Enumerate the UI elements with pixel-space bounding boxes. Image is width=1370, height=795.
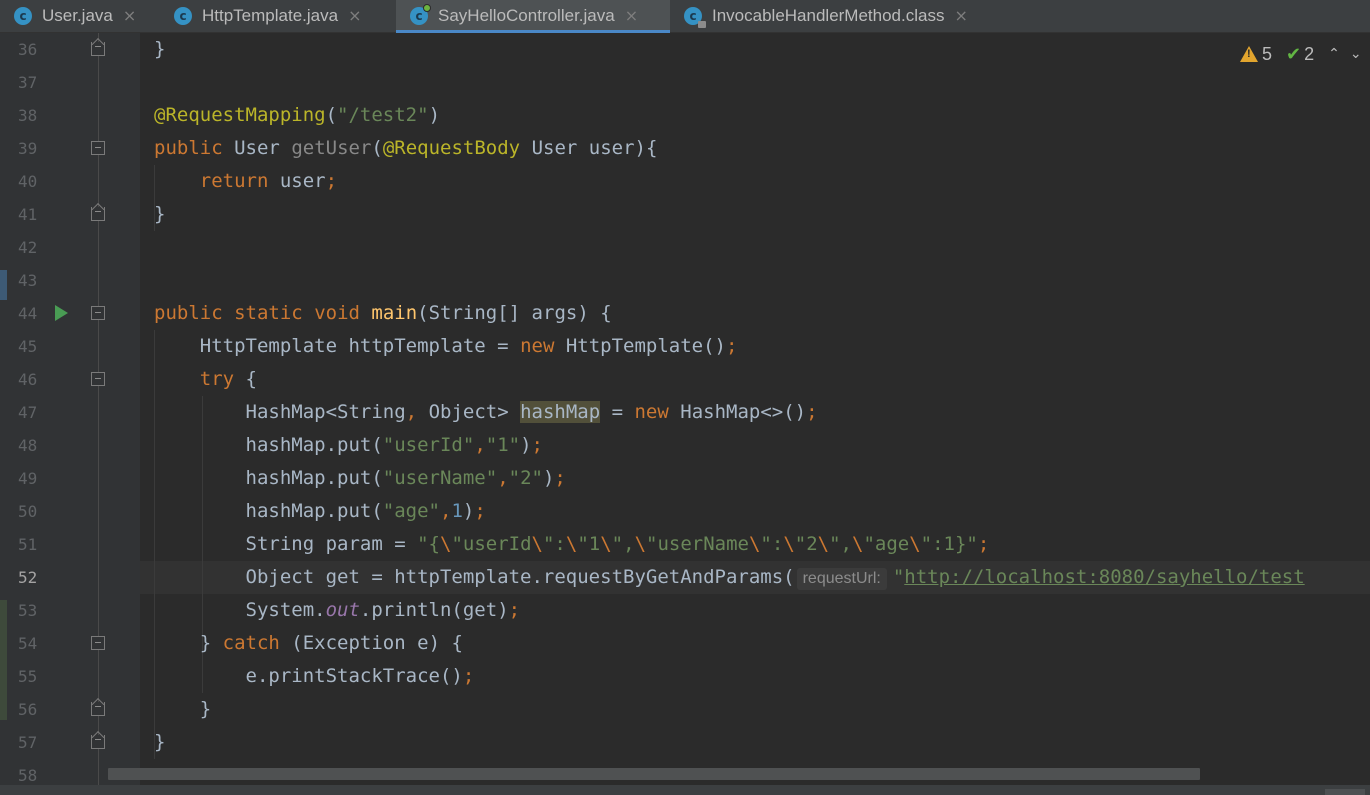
fold-start-icon[interactable]: [91, 372, 105, 386]
tab-httptemplate-java[interactable]: c HttpTemplate.java ×: [166, 0, 392, 31]
code-line: } catch (Exception e) {: [199, 632, 463, 654]
code-line: }: [154, 203, 166, 225]
tab-label: HttpTemplate.java: [202, 5, 339, 25]
spring-class-icon: c: [410, 3, 431, 25]
url-link[interactable]: http://localhost:8080/sayhello/test: [904, 566, 1304, 588]
code-editor[interactable]: } @RequestMapping("/test2") public User …: [140, 33, 1370, 795]
vcs-change-marker: [0, 270, 7, 300]
line-number: 54: [18, 634, 38, 653]
fold-start-icon[interactable]: [91, 141, 105, 155]
line-number-current: 52: [18, 568, 38, 587]
line-number: 48: [18, 436, 38, 455]
chevron-up-icon[interactable]: ⌃: [1328, 46, 1340, 62]
close-icon[interactable]: ×: [625, 6, 638, 25]
code-line: @RequestMapping("/test2"): [154, 104, 441, 126]
code-line: public User getUser(@RequestBody User us…: [154, 137, 658, 159]
line-number: 49: [18, 469, 38, 488]
fold-end-icon[interactable]: [91, 702, 105, 716]
code-line-current: Object get = httpTemplate.requestByGetAn…: [245, 566, 1305, 590]
code-line: String param = "{\"userId\":\"1\",\"user…: [245, 533, 990, 555]
code-line: e.printStackTrace();: [245, 665, 475, 687]
code-line: HashMap<String, Object> hashMap = new Ha…: [245, 401, 818, 423]
java-class-icon: c: [174, 6, 192, 25]
status-bar-widget[interactable]: [1325, 789, 1365, 795]
warning-icon: [1240, 46, 1258, 62]
run-main-icon[interactable]: [55, 305, 68, 321]
weak-warning-icon: ✔: [1286, 43, 1302, 65]
tab-label: InvocableHandlerMethod.class: [712, 5, 945, 25]
line-number: 42: [18, 238, 38, 257]
tab-sayhellocontroller-java[interactable]: c SayHelloController.java ×: [396, 0, 670, 33]
code-line: public static void main(String[] args) {: [154, 302, 612, 324]
code-line: System.out.println(get);: [245, 599, 521, 621]
line-number: 50: [18, 502, 38, 521]
tab-invocablehandlermethod-class[interactable]: c InvocableHandlerMethod.class ×: [672, 0, 1012, 31]
line-number: 41: [18, 205, 38, 224]
code-line: hashMap.put("age",1);: [245, 500, 486, 522]
chevron-down-icon[interactable]: ⌄: [1350, 46, 1362, 62]
fold-start-icon[interactable]: [91, 636, 105, 650]
weak-warning-count: 2: [1304, 43, 1315, 64]
line-number: 53: [18, 601, 38, 620]
fold-end-icon[interactable]: [91, 42, 105, 56]
line-number: 51: [18, 535, 38, 554]
line-number: 38: [18, 106, 38, 125]
line-number: 55: [18, 667, 38, 686]
code-line: HttpTemplate httpTemplate = new HttpTemp…: [199, 335, 738, 357]
java-class-icon: c: [14, 6, 32, 25]
status-bar: [0, 785, 1370, 795]
code-line: }: [154, 731, 166, 753]
line-number: 40: [18, 172, 38, 191]
editor-tab-bar: c User.java × c HttpTemplate.java × c Sa…: [0, 0, 1370, 33]
fold-end-icon[interactable]: [91, 735, 105, 749]
line-number: 44: [18, 304, 38, 323]
tab-user-java[interactable]: c User.java ×: [14, 0, 164, 31]
tab-label: User.java: [42, 5, 113, 25]
code-line: }: [199, 698, 212, 720]
line-number: 36: [18, 40, 38, 59]
line-number: 43: [18, 271, 38, 290]
locked-class-icon: c: [684, 6, 706, 28]
close-icon[interactable]: ×: [348, 6, 361, 25]
close-icon[interactable]: ×: [954, 6, 967, 25]
fold-start-icon[interactable]: [91, 306, 105, 320]
code-line: return user;: [199, 170, 338, 192]
fold-end-icon[interactable]: [91, 207, 105, 221]
tab-label: SayHelloController.java: [438, 5, 615, 25]
inspection-widget[interactable]: 5 ✔ 2 ⌃ ⌄: [1240, 43, 1362, 65]
code-line: hashMap.put("userName","2");: [245, 467, 566, 489]
line-number: 56: [18, 700, 38, 719]
line-number: 47: [18, 403, 38, 422]
line-number: 46: [18, 370, 38, 389]
warning-count: 5: [1262, 43, 1273, 64]
close-icon[interactable]: ×: [123, 6, 136, 25]
line-number: 39: [18, 139, 38, 158]
parameter-hint: requestUrl:: [796, 568, 887, 590]
line-number: 37: [18, 73, 38, 92]
vcs-change-marker: [0, 600, 7, 720]
horizontal-scrollbar[interactable]: [108, 768, 1200, 780]
code-line: }: [154, 38, 166, 60]
line-number: 57: [18, 733, 38, 752]
line-number: 45: [18, 337, 38, 356]
code-line: try {: [199, 368, 257, 390]
code-line: hashMap.put("userId","1");: [245, 434, 543, 456]
